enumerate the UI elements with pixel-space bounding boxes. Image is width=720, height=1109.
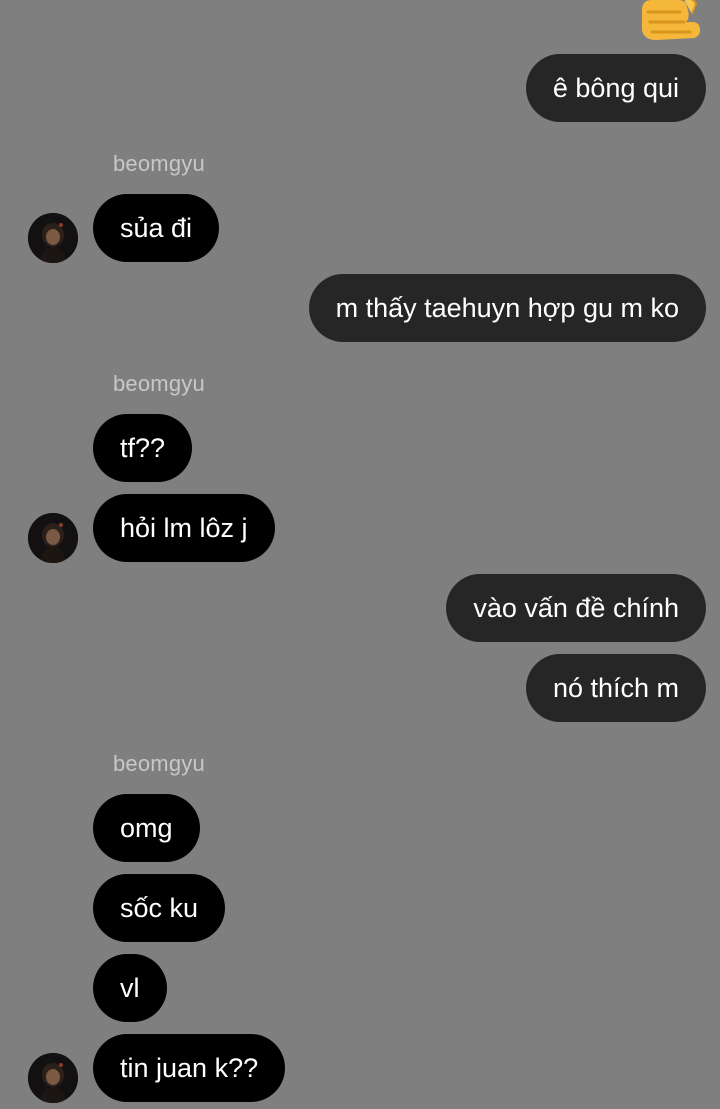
avatar[interactable]: [28, 213, 78, 263]
message-text: tf??: [120, 433, 166, 463]
message-text: vào vấn đề chính: [473, 593, 679, 623]
message-text: omg: [120, 813, 173, 843]
sender-name: beomgyu: [113, 751, 205, 776]
received-message-bubble[interactable]: omg: [93, 794, 200, 862]
message-text: hỏi lm lôz j: [120, 513, 248, 543]
message-text: sốc ku: [120, 893, 199, 923]
received-message-bubble[interactable]: sốc ku: [93, 874, 226, 942]
sent-message-bubble[interactable]: nó thích m: [525, 654, 706, 722]
sent-message-bubble[interactable]: vào vấn đề chính: [446, 574, 706, 642]
received-message-bubble[interactable]: tin juan k??: [93, 1034, 286, 1102]
thumbs-up-icon: [634, 0, 706, 44]
sent-message-bubble[interactable]: m thấy taehuyn hợp gu m ko: [308, 274, 706, 342]
message-text: ê bông qui: [552, 73, 679, 103]
received-message-bubble[interactable]: hỏi lm lôz j: [93, 494, 275, 562]
message-text: nó thích m: [552, 673, 679, 703]
sent-message-bubble[interactable]: ê bông qui: [525, 54, 706, 122]
received-message-bubble[interactable]: tf??: [93, 414, 193, 482]
message-text: sủa đi: [120, 213, 193, 243]
received-message-bubble[interactable]: vl: [93, 954, 167, 1022]
message-text: m thấy taehuyn hợp gu m ko: [335, 293, 679, 323]
avatar[interactable]: [28, 513, 78, 563]
message-text: vl: [120, 973, 140, 1003]
sender-name: beomgyu: [113, 151, 205, 176]
received-message-bubble[interactable]: sủa đi: [93, 194, 220, 262]
message-text: tin juan k??: [120, 1053, 259, 1083]
avatar[interactable]: [28, 1053, 78, 1103]
sender-name: beomgyu: [113, 371, 205, 396]
